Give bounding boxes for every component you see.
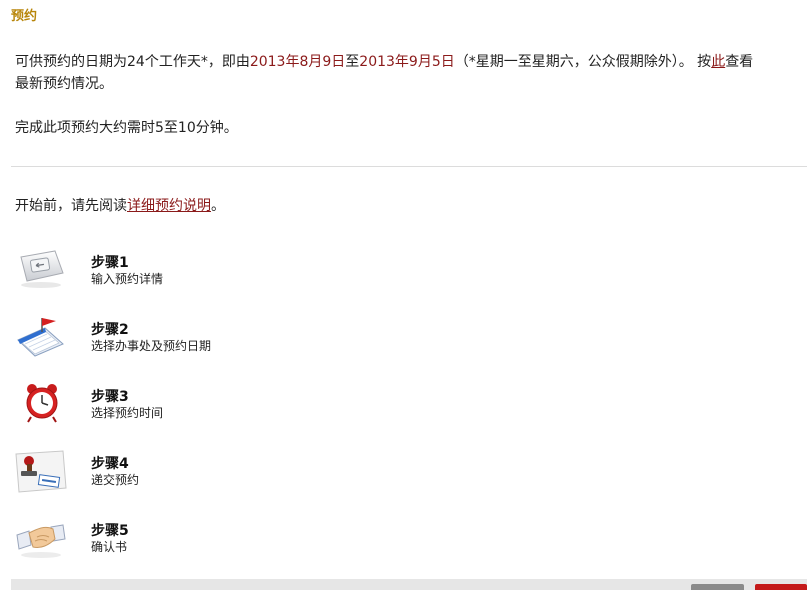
calendar-flag-icon [17, 318, 64, 357]
duration-text: 完成此项预约大约需时5至10分钟。 [15, 120, 238, 136]
start-date: 2013年8月9日 [249, 54, 346, 70]
step-2: 步骤2 选择办事处及预约日期 [15, 314, 415, 364]
availability-prefix: 可供预约的日期为24个工作天*，即由 [15, 54, 250, 70]
step-title: 步骤3 [91, 389, 129, 405]
availability-note: （*星期一至星期六，公众假期除外）。 按 [454, 54, 712, 70]
keyboard-icon [20, 250, 64, 288]
availability-text-cont: 最新预约情况。 [15, 76, 113, 92]
instructions-suffix: 。 [211, 198, 225, 214]
instructions-prefix: 开始前，请先阅读 [15, 198, 127, 214]
here-link[interactable]: 此 [711, 54, 725, 70]
step-description: 选择办事处及预约日期 [91, 339, 212, 353]
page-title: 预约 [11, 9, 38, 24]
step-description: 选择预约时间 [91, 406, 164, 420]
step-title: 步骤5 [91, 523, 129, 539]
back-button[interactable] [691, 584, 744, 590]
step-3: 步骤3 选择预约时间 [15, 381, 415, 431]
end-date: 2013年9月5日 [359, 54, 455, 70]
date-separator: 至 [345, 54, 360, 70]
step-description: 递交预约 [91, 473, 140, 487]
step-5: 步骤5 确认书 [15, 515, 415, 565]
detailed-instructions-link[interactable]: 详细预约说明 [127, 198, 211, 214]
step-title: 步骤1 [91, 255, 129, 271]
step-title: 步骤2 [91, 322, 129, 338]
step-title: 步骤4 [91, 456, 129, 472]
step-description: 输入预约详情 [91, 272, 164, 286]
step-1: 步骤1 输入预约详情 [15, 247, 415, 297]
step-4: 步骤4 递交预约 [15, 448, 415, 498]
handshake-icon [16, 524, 66, 558]
section-divider [11, 166, 807, 167]
availability-suffix: 查看 [725, 54, 754, 70]
next-button[interactable] [755, 584, 807, 590]
availability-text: 可供预约的日期为24个工作天*，即由2013年8月9日至2013年9月5日（*星… [15, 51, 807, 73]
step-description: 确认书 [91, 540, 128, 554]
alarm-clock-icon [26, 384, 58, 423]
stamp-icon [15, 450, 67, 493]
instructions-text: 开始前，请先阅读详细预约说明。 [15, 195, 225, 217]
footer-bar [11, 579, 807, 590]
